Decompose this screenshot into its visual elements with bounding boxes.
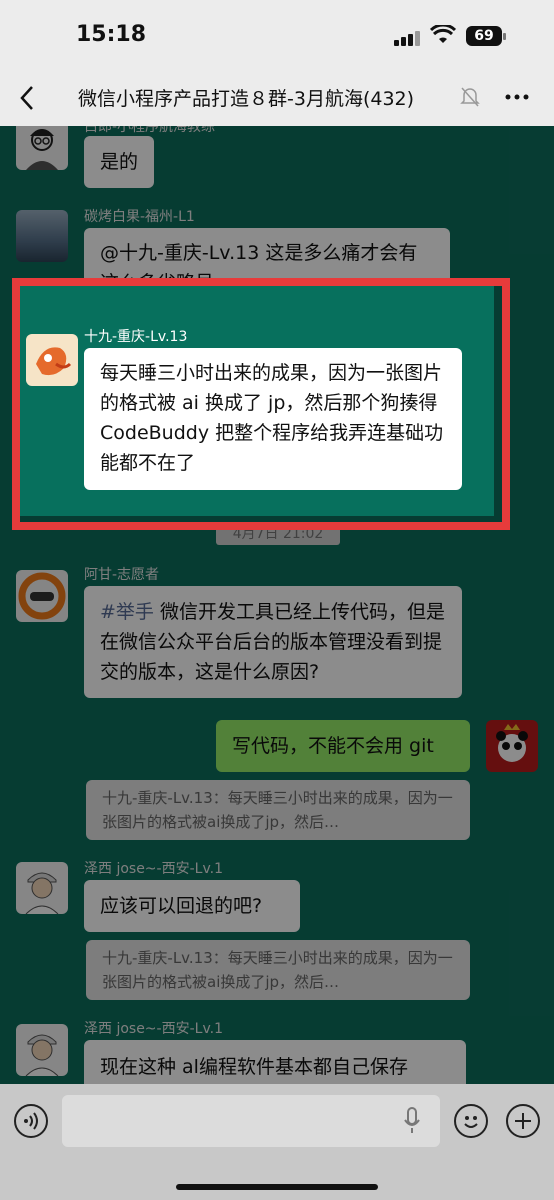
message-bubble[interactable]: 写代码，不能不会用 git — [216, 720, 470, 772]
back-icon[interactable] — [14, 82, 42, 114]
timestamp: 4月7日 21:02 — [216, 523, 340, 545]
avatar[interactable] — [16, 210, 68, 262]
emoji-icon[interactable] — [454, 1104, 488, 1138]
message-bubble[interactable]: 是的 — [84, 136, 155, 188]
hashtag[interactable]: #举手 — [100, 601, 154, 623]
avatar[interactable] — [16, 570, 68, 622]
home-indicator — [176, 1184, 378, 1190]
sender-name: 泽西 jose~-西安-Lv.1 — [84, 1021, 224, 1037]
chat-title[interactable]: 微信小程序产品打造８群-3月航海(432) — [78, 84, 414, 111]
sender-name: 碳烤白果-福州-L1 — [84, 209, 195, 225]
mute-bell-icon — [460, 86, 480, 112]
status-time: 15:18 — [76, 22, 147, 47]
sender-name: 十九-重庆-Lv.13 — [84, 329, 188, 345]
chat-header: 微信小程序产品打造８群-3月航海(432) — [0, 70, 554, 126]
avatar[interactable] — [26, 334, 78, 386]
sender-name: 泽西 jose~-西安-Lv.1 — [84, 861, 224, 877]
quoted-message[interactable]: 十九-重庆-Lv.13：每天睡三小时出来的成果，因为一张图片的格式被ai换成了j… — [86, 940, 470, 1000]
avatar[interactable] — [486, 720, 538, 772]
quoted-message[interactable]: 十九-重庆-Lv.13：每天睡三小时出来的成果，因为一张图片的格式被ai换成了j… — [86, 780, 470, 840]
message-bubble[interactable]: 每天睡三小时出来的成果，因为一张图片的格式被 ai 换成了 jp，然后那个狗揍得… — [84, 348, 462, 490]
sender-name: 白郎-小程序航海教练 — [84, 126, 216, 135]
message-bubble[interactable]: 应该可以回退的吧? — [84, 880, 300, 932]
status-bar: 15:18 69 — [0, 0, 554, 70]
avatar[interactable] — [16, 862, 68, 914]
message-input[interactable] — [62, 1095, 440, 1147]
input-bar — [0, 1084, 554, 1200]
avatar[interactable] — [16, 126, 68, 170]
avatar[interactable] — [16, 1024, 68, 1076]
wifi-icon — [429, 23, 457, 49]
message-bubble[interactable]: 现在这种 al编程软件基本都自己保存 — [84, 1040, 466, 1084]
mic-icon[interactable] — [402, 1106, 422, 1140]
message-bubble[interactable]: #举手 微信开发工具已经上传代码，但是在微信公众平台后台的版本管理没看到提交的版… — [84, 586, 462, 698]
more-icon[interactable] — [504, 86, 530, 112]
signal-icon — [394, 27, 422, 46]
chat-area: 白郎-小程序航海教练 是的 碳烤白果-福州-L1 @十九-重庆-Lv.13 这是… — [0, 126, 554, 1084]
plus-icon[interactable] — [506, 1104, 540, 1138]
sender-name: 阿甘-志愿者 — [84, 567, 160, 583]
battery-icon: 69 — [466, 26, 506, 46]
voice-icon[interactable] — [14, 1104, 48, 1138]
